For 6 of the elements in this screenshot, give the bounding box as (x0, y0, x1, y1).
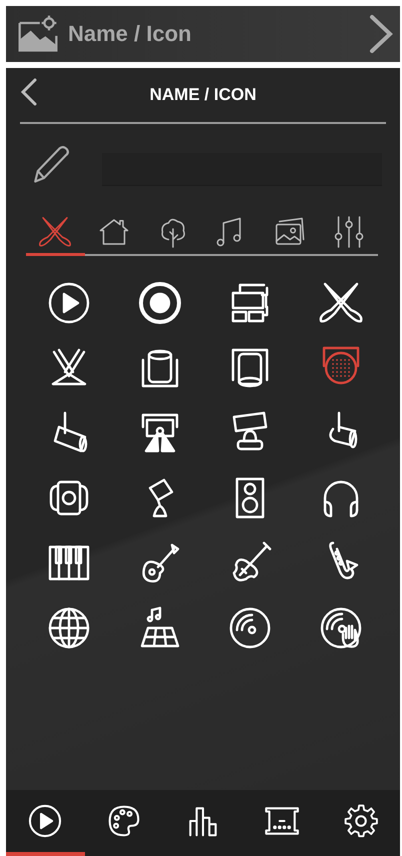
header-title: Name / Icon (68, 21, 192, 47)
header-bar[interactable]: Name / Icon (6, 6, 400, 62)
chevron-right-icon (368, 14, 394, 54)
panel-title: NAME / ICON (150, 85, 256, 105)
settings-icon (342, 802, 380, 840)
back-button[interactable] (20, 78, 38, 106)
